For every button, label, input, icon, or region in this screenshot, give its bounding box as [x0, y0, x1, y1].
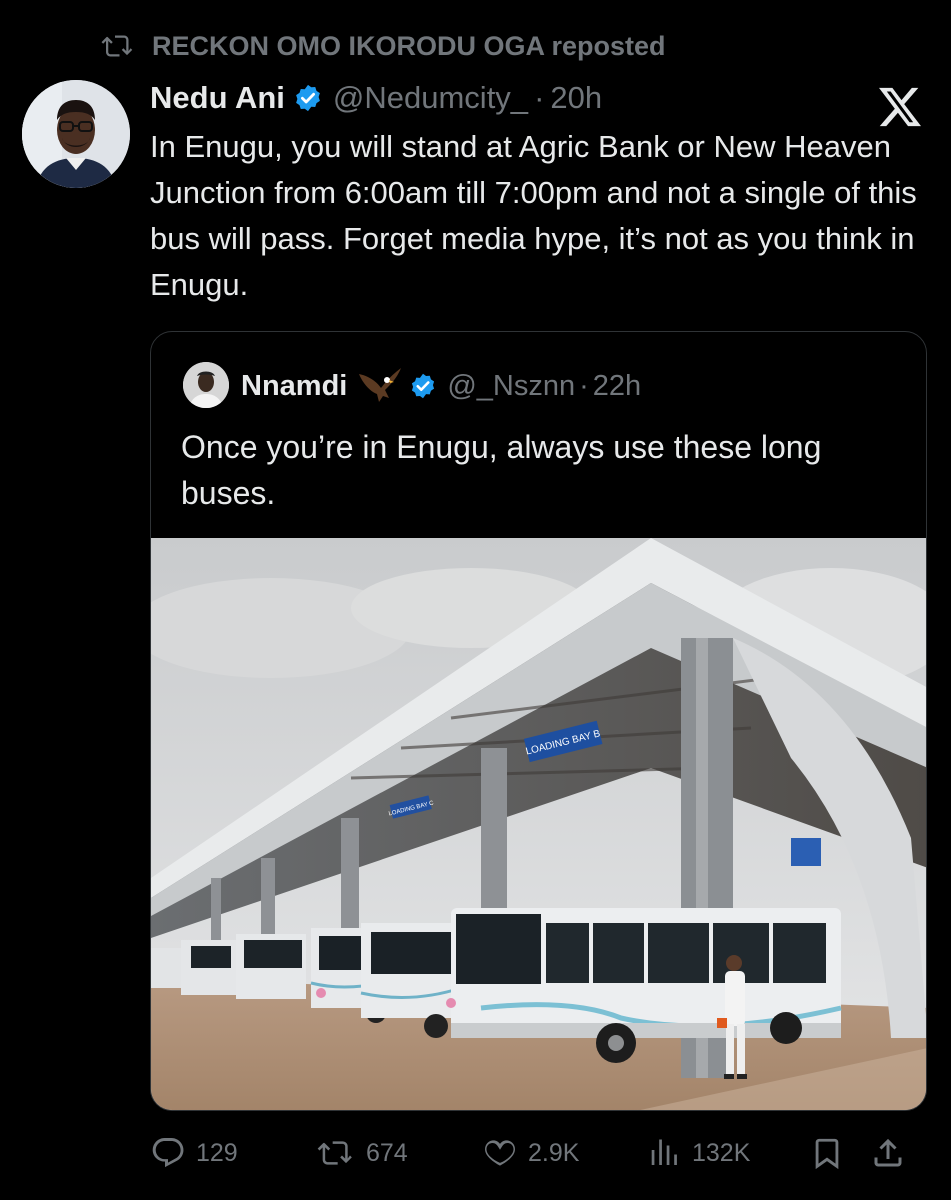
repost-icon: [101, 35, 133, 57]
tweet-timestamp[interactable]: 20h: [550, 80, 602, 116]
repost-icon: [317, 1141, 352, 1165]
author-name[interactable]: Nedu Ani: [150, 80, 285, 116]
quoted-author-handle[interactable]: @_Nsznn: [447, 370, 575, 403]
like-button[interactable]: 2.9K: [482, 1130, 579, 1176]
bus-terminal-photo[interactable]: LOADING BAY B LOADING BAY C: [151, 538, 926, 1110]
tweet-actions: 129 674 2.9K 132K: [0, 1130, 951, 1176]
repost-indicator[interactable]: RECKON OMO IKORODU OGA reposted: [100, 28, 666, 64]
author-handle[interactable]: @Nedumcity_: [333, 80, 528, 116]
views-button[interactable]: 132K: [646, 1130, 750, 1176]
reply-icon: [152, 1138, 184, 1168]
eagle-emoji-icon: [357, 366, 402, 406]
x-logo-icon: [876, 86, 924, 128]
quoted-author-avatar[interactable]: [183, 362, 229, 408]
repost-button[interactable]: 674: [316, 1130, 408, 1176]
share-button[interactable]: [870, 1130, 916, 1176]
quoted-timestamp[interactable]: 22h: [593, 370, 641, 403]
quoted-verified-badge-icon: [409, 372, 437, 400]
views-chart-icon: [651, 1139, 677, 1165]
quoted-author-name[interactable]: Nnamdi: [241, 370, 347, 403]
heart-icon: [485, 1140, 515, 1166]
tweet-text: In Enugu, you will stand at Agric Bank o…: [150, 129, 917, 302]
bookmark-icon: [815, 1138, 839, 1170]
tweet-header: Nedu Ani @Nedumcity_ · 20h: [150, 78, 602, 118]
quoted-header: Nnamdi @_Nsznn · 22h: [241, 366, 641, 406]
verified-badge-icon: [293, 83, 323, 113]
quoted-tweet[interactable]: Nnamdi @_Nsznn · 22h Once you’re in Enug…: [150, 331, 927, 1111]
quoted-text: Once you’re in Enugu, always use these l…: [181, 429, 822, 511]
reply-count: 129: [196, 1138, 238, 1167]
quoted-separator-dot: ·: [579, 369, 589, 402]
author-avatar[interactable]: [22, 80, 130, 188]
separator-dot: ·: [534, 80, 545, 115]
repost-count: 674: [366, 1138, 408, 1167]
repost-text: RECKON OMO IKORODU OGA reposted: [152, 30, 666, 61]
share-icon: [874, 1138, 902, 1167]
reply-button[interactable]: 129: [150, 1130, 238, 1176]
bookmark-button[interactable]: [810, 1130, 854, 1176]
view-count: 132K: [692, 1138, 751, 1167]
like-count: 2.9K: [528, 1138, 580, 1167]
